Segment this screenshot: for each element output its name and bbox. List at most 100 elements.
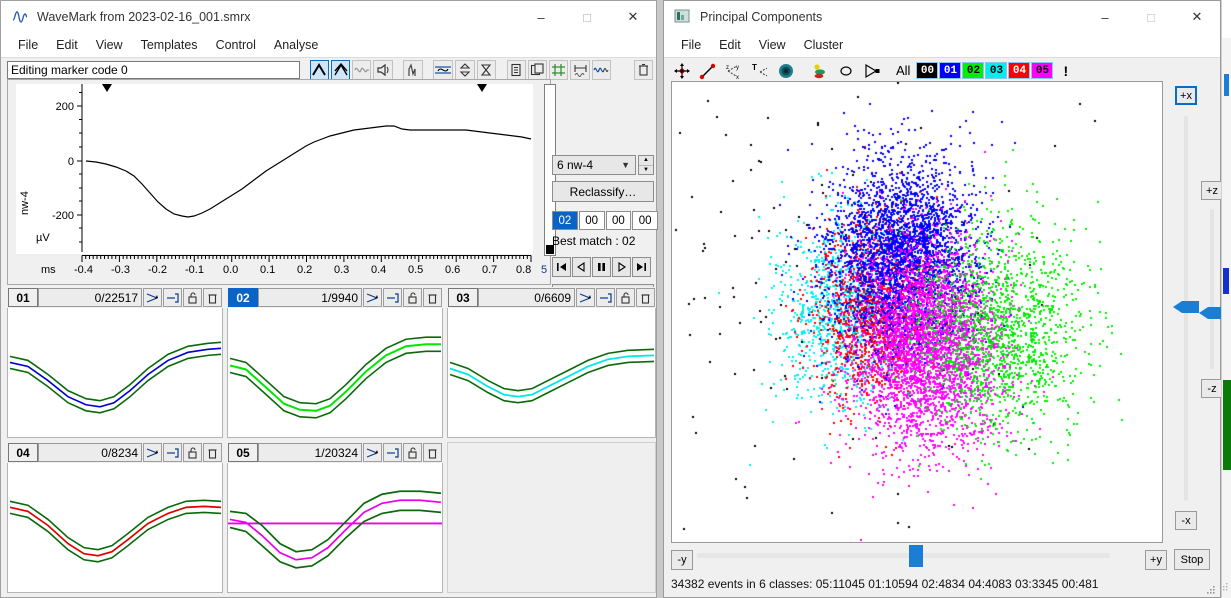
plus-z-button[interactable]: +z <box>1201 181 1223 200</box>
template-plot[interactable] <box>7 308 223 438</box>
ellipse-icon[interactable] <box>834 60 858 82</box>
minus-y-button[interactable]: -y <box>671 550 693 570</box>
waveform-plot-panel[interactable]: 200 0 -200 nw-4 µV ms -0.4 -0.3 -0.2 -0.… <box>7 79 556 285</box>
code-cell-3[interactable]: 00 <box>632 211 658 230</box>
minus-x-button[interactable]: -x <box>1175 511 1197 530</box>
class-button-01[interactable]: 01 <box>939 62 962 79</box>
minimize-button[interactable]: – <box>1082 1 1128 33</box>
cone-icon[interactable] <box>860 60 884 82</box>
class-button-00[interactable]: 00 <box>916 62 939 79</box>
waveform-canvas[interactable]: 200 0 -200 <box>16 84 533 254</box>
lock-icon[interactable] <box>183 443 202 462</box>
merge-icon[interactable] <box>143 288 162 307</box>
template-code[interactable]: 05 <box>228 443 258 462</box>
code-cell-0[interactable]: 02 <box>552 211 578 230</box>
split-icon[interactable] <box>596 288 615 307</box>
last-icon[interactable] <box>632 257 651 277</box>
lock-icon[interactable] <box>403 443 422 462</box>
channel-select[interactable]: 6 nw-4 ▼ <box>552 155 636 175</box>
minimize-button[interactable]: – <box>518 1 564 33</box>
axis-zy-icon[interactable]: z yx <box>722 60 746 82</box>
menu-file[interactable]: File <box>672 36 710 54</box>
template-plot[interactable] <box>227 463 443 593</box>
merge-icon[interactable] <box>143 443 162 462</box>
template-code[interactable]: 04 <box>8 443 38 462</box>
z-slider-track[interactable] <box>1210 209 1214 369</box>
exclaim-button[interactable]: ! <box>1063 63 1068 79</box>
x-slider-thumb[interactable] <box>1173 300 1199 314</box>
pc-titlebar[interactable]: Principal Components – □ ✕ <box>664 1 1220 33</box>
delete-icon[interactable] <box>636 288 655 307</box>
pca-scatter-plot[interactable] <box>671 81 1163 543</box>
channel-spinner[interactable]: ▲ ▼ <box>638 155 654 175</box>
menu-edit[interactable]: Edit <box>47 36 87 54</box>
lock-icon[interactable] <box>616 288 635 307</box>
spinner-down-icon[interactable]: ▼ <box>639 166 653 175</box>
maximize-button[interactable]: □ <box>1128 1 1174 33</box>
code-cell-2[interactable]: 00 <box>605 211 632 230</box>
split-icon[interactable] <box>163 443 182 462</box>
pca-scatter-canvas[interactable] <box>672 82 1162 542</box>
class-button-05[interactable]: 05 <box>1031 62 1054 79</box>
delete-icon[interactable] <box>423 288 442 307</box>
palette-icon[interactable] <box>808 60 832 82</box>
template-panel-01[interactable]: 01 0/22517 <box>7 287 223 438</box>
play-icon[interactable] <box>612 257 631 277</box>
all-label[interactable]: All <box>896 63 910 78</box>
reclassify-button[interactable]: Reclassify… <box>552 181 654 202</box>
lock-icon[interactable] <box>403 288 422 307</box>
menu-view[interactable]: View <box>87 36 132 54</box>
delete-icon[interactable] <box>423 443 442 462</box>
delete-icon[interactable] <box>203 288 222 307</box>
text-axis-icon[interactable]: T <box>748 60 772 82</box>
split-icon[interactable] <box>163 288 182 307</box>
template-plot[interactable] <box>7 463 223 593</box>
stop-button[interactable]: Stop <box>1174 549 1210 570</box>
template-code[interactable]: 01 <box>8 288 38 307</box>
merge-icon[interactable] <box>363 443 382 462</box>
template-panel-04[interactable]: 04 0/8234 <box>7 442 223 593</box>
maximize-button[interactable]: □ <box>564 1 610 33</box>
y-slider-thumb[interactable] <box>909 545 923 567</box>
class-button-03[interactable]: 03 <box>985 62 1008 79</box>
template-code[interactable]: 03 <box>448 288 478 307</box>
template-panel-05[interactable]: 05 1/20324 <box>227 442 443 593</box>
spinner-up-icon[interactable]: ▲ <box>639 156 653 166</box>
y-slider-track[interactable] <box>697 553 1110 558</box>
move-icon[interactable] <box>670 60 694 82</box>
resize-grip-icon[interactable] <box>1206 584 1216 594</box>
merge-icon[interactable] <box>363 288 382 307</box>
sphere-icon[interactable] <box>774 60 798 82</box>
minus-z-button[interactable]: -z <box>1201 379 1223 398</box>
menu-view[interactable]: View <box>750 36 795 54</box>
plus-x-button[interactable]: +x <box>1175 86 1197 105</box>
template-panel-02[interactable]: 02 1/9940 <box>227 287 443 438</box>
wavemark-titlebar[interactable]: WaveMark from 2023-02-16_001.smrx – □ ✕ <box>1 1 656 33</box>
marker-code-input[interactable]: Editing marker code 0 <box>7 60 300 79</box>
menu-edit[interactable]: Edit <box>710 36 750 54</box>
menu-templates[interactable]: Templates <box>132 36 207 54</box>
split-icon[interactable] <box>383 288 402 307</box>
merge-icon[interactable] <box>576 288 595 307</box>
template-panel-03[interactable]: 03 0/6609 <box>447 287 656 438</box>
pause-icon[interactable] <box>592 257 611 277</box>
class-button-04[interactable]: 04 <box>1008 62 1031 79</box>
template-code[interactable]: 02 <box>228 288 258 307</box>
split-icon[interactable] <box>383 443 402 462</box>
first-icon[interactable] <box>552 257 571 277</box>
menu-control[interactable]: Control <box>207 36 265 54</box>
code-cell-1[interactable]: 00 <box>578 211 605 230</box>
close-button[interactable]: ✕ <box>1174 1 1220 33</box>
menu-file[interactable]: File <box>9 36 47 54</box>
prev-icon[interactable] <box>572 257 591 277</box>
class-button-02[interactable]: 02 <box>962 62 985 79</box>
delete-icon[interactable] <box>203 443 222 462</box>
menu-analyse[interactable]: Analyse <box>265 36 327 54</box>
template-plot[interactable] <box>447 308 656 438</box>
template-plot[interactable] <box>227 308 443 438</box>
close-button[interactable]: ✕ <box>610 1 656 33</box>
menu-cluster[interactable]: Cluster <box>795 36 853 54</box>
rotate-icon[interactable] <box>696 60 720 82</box>
plus-y-button[interactable]: +y <box>1145 550 1167 570</box>
lock-icon[interactable] <box>183 288 202 307</box>
